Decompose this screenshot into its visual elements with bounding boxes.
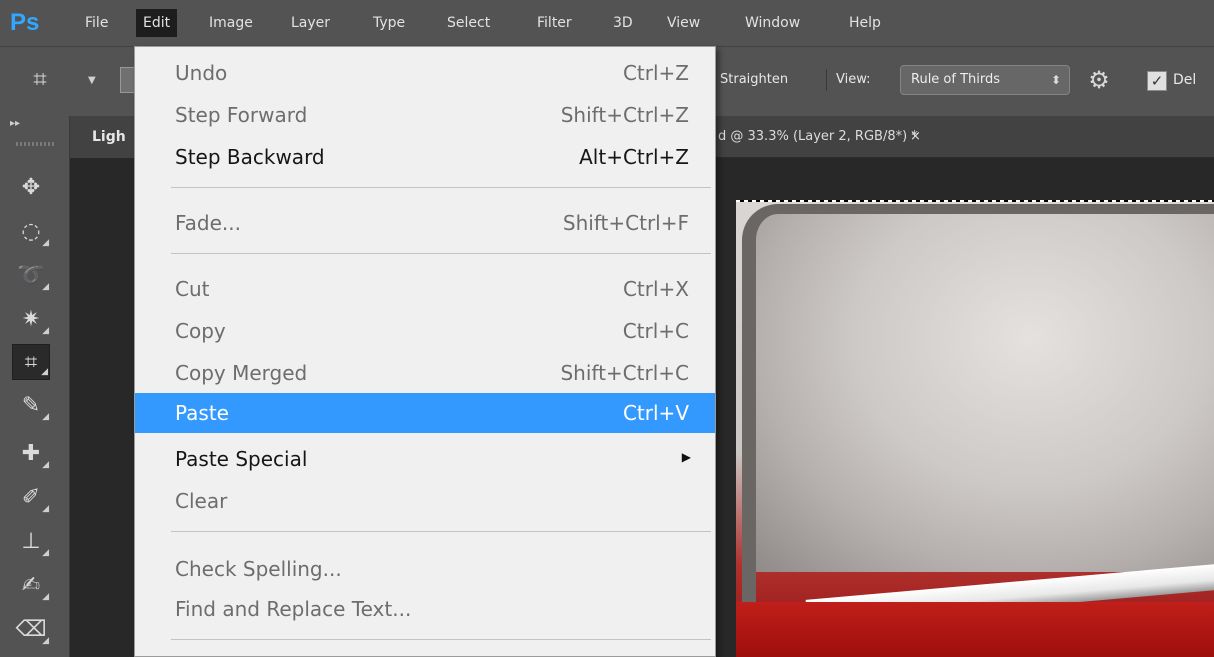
photoshop-logo: Ps — [10, 9, 40, 36]
menu-3d[interactable]: 3D — [606, 9, 640, 37]
view-label: View: — [836, 72, 871, 87]
menu-item-label: Fade... — [175, 211, 241, 235]
menu-image[interactable]: Image — [202, 9, 260, 37]
menu-item-shortcut: Ctrl+C — [622, 319, 689, 343]
view-select-value: Rule of Thirds — [911, 72, 1001, 87]
menu-edit[interactable]: Edit — [136, 9, 178, 37]
menu-help[interactable]: Help — [842, 9, 888, 37]
menu-item-shortcut: Alt+Ctrl+Z — [579, 145, 689, 169]
document-tab-label: Ligh — [92, 129, 126, 145]
straighten-button[interactable]: Straighten — [720, 67, 788, 93]
close-icon[interactable]: × — [910, 124, 921, 150]
menu-bar: Ps File Edit Image Layer Type Select Fil… — [0, 0, 1214, 46]
marquee-tool-icon[interactable]: ◌ ◢ — [12, 214, 50, 250]
eraser-tool-icon[interactable]: ⌫ ◢ — [12, 612, 50, 648]
menu-item-shortcut: Shift+Ctrl+C — [560, 361, 689, 385]
menu-separator — [171, 639, 711, 640]
move-tool-icon[interactable]: ✥ — [12, 170, 50, 206]
menu-view[interactable]: View — [660, 9, 707, 37]
menu-item-paste-special[interactable]: Paste Special ▶ — [135, 439, 715, 479]
crop-tool-icon[interactable]: ⌗ ◢ — [12, 344, 50, 380]
menu-item-label: Step Backward — [175, 145, 325, 169]
menu-file[interactable]: File — [78, 9, 115, 37]
menu-item-shortcut: Ctrl+Z — [622, 61, 689, 85]
menu-item-shortcut: Ctrl+V — [622, 401, 689, 425]
menu-item-fade[interactable]: Fade... Shift+Ctrl+F — [135, 203, 715, 243]
options-divider — [826, 69, 827, 91]
menu-item-label: Find and Replace Text... — [175, 597, 412, 621]
menu-item-label: Paste — [175, 401, 229, 425]
car-window-frame — [742, 204, 1214, 624]
menu-item-label: Copy Merged — [175, 361, 308, 385]
spot-healing-tool-icon[interactable]: ✚ ◢ — [12, 436, 50, 472]
select-caret-icon: ⬍ — [1050, 73, 1061, 87]
menu-type[interactable]: Type — [366, 9, 412, 37]
menu-select[interactable]: Select — [440, 9, 497, 37]
menu-item-step-backward[interactable]: Step Backward Alt+Ctrl+Z — [135, 137, 715, 177]
menu-item-clear[interactable]: Clear — [135, 481, 715, 521]
menu-layer[interactable]: Layer — [284, 9, 337, 37]
gear-icon[interactable]: ⚙ — [1083, 63, 1115, 97]
menu-item-label: Clear — [175, 489, 228, 513]
selection-marquee — [736, 200, 1214, 202]
clone-stamp-tool-icon[interactable]: ⊥ ◢ — [12, 524, 50, 560]
brush-tool-icon[interactable]: ✐ ◢ — [12, 480, 50, 516]
menu-item-shortcut: Shift+Ctrl+Z — [560, 103, 689, 127]
lasso-tool-icon[interactable]: ➰ ◢ — [12, 258, 50, 294]
menu-item-shortcut: Shift+Ctrl+F — [562, 211, 689, 235]
menu-item-copy[interactable]: Copy Ctrl+C — [135, 311, 715, 351]
menu-window[interactable]: Window — [738, 9, 807, 37]
eyedropper-tool-icon[interactable]: ✎ ◢ — [12, 388, 50, 424]
menu-item-label: Check Spelling... — [175, 557, 342, 581]
car-body-red — [736, 602, 1214, 657]
history-brush-tool-icon[interactable]: ✍ ◢ — [12, 568, 50, 604]
menu-item-find-replace-text[interactable]: Find and Replace Text... — [135, 589, 715, 629]
menu-item-copy-merged[interactable]: Copy Merged Shift+Ctrl+C — [135, 353, 715, 393]
tools-panel: ▸▸ ✥ ◌ ◢ ➰ ◢ ✷ ◢ ⌗ ◢ ✎ ◢ ✚ ◢ ✐ ◢ ⊥ ◢ ✍ ◢ ⌫ ◢ — [0, 116, 70, 657]
delete-cropped-checkbox[interactable]: ✓ — [1147, 71, 1167, 91]
delete-cropped-label: Del — [1173, 72, 1197, 88]
crop-icon[interactable]: ⌗ — [20, 61, 60, 97]
menu-item-cut[interactable]: Cut Ctrl+X — [135, 269, 715, 309]
menu-item-undo[interactable]: Undo Ctrl+Z — [135, 53, 715, 93]
menu-separator — [171, 187, 711, 188]
menu-item-label: Paste Special — [175, 447, 308, 471]
view-overlay-select[interactable]: Rule of Thirds ⬍ — [900, 65, 1070, 95]
magic-wand-tool-icon[interactable]: ✷ ◢ — [12, 302, 50, 338]
menu-item-shortcut: Ctrl+X — [622, 277, 689, 301]
tool-preset-caret-icon[interactable]: ▼ — [88, 75, 96, 86]
menu-item-step-forward[interactable]: Step Forward Shift+Ctrl+Z — [135, 95, 715, 135]
menu-separator — [171, 253, 711, 254]
menu-item-label: Cut — [175, 277, 210, 301]
menu-item-label: Copy — [175, 319, 226, 343]
menu-item-paste[interactable]: Paste Ctrl+V — [135, 393, 715, 433]
menu-filter[interactable]: Filter — [530, 9, 579, 37]
menu-item-check-spelling[interactable]: Check Spelling... — [135, 549, 715, 589]
menu-item-label: Step Forward — [175, 103, 308, 127]
collapse-panel-icon[interactable]: ▸▸ — [10, 118, 20, 129]
submenu-arrow-icon: ▶ — [681, 450, 691, 464]
document-image[interactable] — [736, 202, 1214, 657]
menu-item-label: Undo — [175, 61, 228, 85]
edit-menu-dropdown: Undo Ctrl+Z Step Forward Shift+Ctrl+Z St… — [134, 46, 716, 657]
menu-separator — [171, 531, 711, 532]
document-tab-title[interactable]: d @ 33.3% (Layer 2, RGB/8*) * — [718, 124, 918, 150]
panel-grip[interactable] — [16, 142, 56, 146]
